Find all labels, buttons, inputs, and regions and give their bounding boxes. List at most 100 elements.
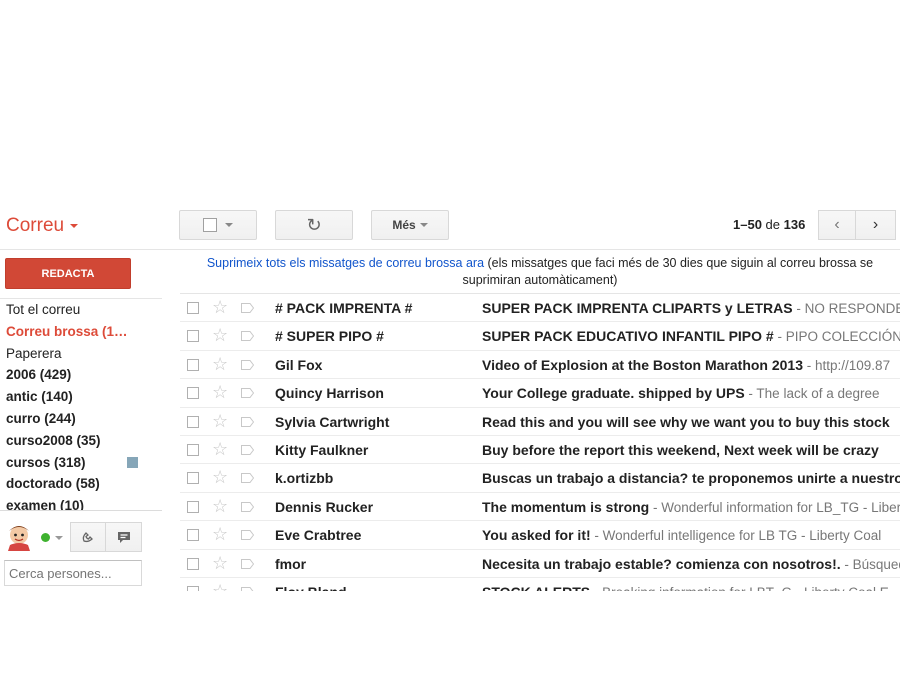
important-marker-icon[interactable] [241, 473, 254, 484]
refresh-icon: ↻ [306, 214, 322, 235]
pagination-info: 1–50 de 136 [733, 217, 805, 232]
row-checkbox[interactable] [187, 387, 199, 400]
message-subject: SUPER PACK IMPRENTA CLIPARTS y LETRAS [482, 300, 793, 316]
newer-page-button[interactable]: ‹ [818, 210, 856, 240]
spam-notice: Suprimeix tots els missatges de correu b… [180, 255, 900, 291]
row-checkbox[interactable] [187, 472, 199, 485]
table-row[interactable]: ☆ Kitty Faulkner Buy before the report thi… [180, 435, 900, 465]
star-icon[interactable]: ☆ [212, 382, 228, 402]
sender-name: # SUPER PIPO # [275, 328, 384, 345]
sidebar-item[interactable]: examen (10) [0, 495, 156, 511]
important-marker-icon[interactable] [241, 530, 254, 541]
row-checkbox[interactable] [187, 330, 199, 343]
sender-name: k.ortizbb [275, 470, 334, 487]
important-marker-icon[interactable] [241, 359, 254, 370]
row-checkbox[interactable] [187, 302, 199, 314]
star-icon[interactable]: ☆ [212, 581, 228, 591]
message-snippet: - Búsqueda [844, 556, 900, 572]
more-button[interactable]: Més [371, 210, 449, 240]
sidebar-item[interactable]: Correu brossa (1… [0, 321, 156, 343]
table-row[interactable]: ☆ Floy Bland STOCK ALERTS - Breaking infor… [180, 577, 900, 591]
table-row[interactable]: ☆ # PACK IMPRENTA # SUPER PACK IMPRENTA CL… [180, 294, 900, 323]
chevron-down-icon [70, 223, 79, 228]
sidebar-item-label: 2006 (429) [6, 367, 72, 383]
message-subject-line: STOCK ALERTS - Breaking information for … [482, 584, 900, 591]
message-subject: Your College graduate. shipped by UPS [482, 385, 745, 402]
important-marker-icon[interactable] [241, 416, 254, 427]
compose-button[interactable]: REDACTA [5, 258, 131, 289]
table-row[interactable]: ☆ Sylvia Cartwright Read this and you will… [180, 407, 900, 436]
pager-of: de [765, 217, 781, 232]
avatar[interactable] [4, 521, 34, 551]
checkbox-icon [203, 218, 217, 232]
important-marker-icon[interactable] [241, 586, 254, 591]
mail-app-menu[interactable]: Correu [6, 215, 79, 237]
message-snippet: - Wonderful intelligence for LB TG - Lib… [590, 528, 882, 544]
row-checkbox[interactable] [187, 557, 199, 570]
message-subject-line: You asked for it! - Wonderful intelligen… [482, 527, 900, 543]
sidebar-item[interactable]: Tot el correu [0, 299, 156, 321]
star-icon[interactable]: ☆ [212, 439, 228, 459]
message-subject: Necesita un trabajo estable? comienza co… [482, 555, 841, 572]
message-list: ☆ # PACK IMPRENTA # SUPER PACK IMPRENTA CL… [180, 293, 900, 591]
star-icon[interactable]: ☆ [212, 553, 228, 573]
sidebar-item[interactable]: cursos (318) [0, 452, 156, 474]
presence-status-icon[interactable] [41, 533, 50, 542]
older-page-button[interactable]: › [856, 210, 896, 240]
star-icon[interactable]: ☆ [212, 524, 228, 544]
sender-name: Gil Fox [275, 356, 323, 373]
row-checkbox[interactable] [187, 358, 199, 371]
table-row[interactable]: ☆ # SUPER PIPO # SUPER PACK EDUCATIVO INFA… [180, 322, 900, 351]
table-row[interactable]: ☆ fmor Necesita un trabajo estable? comien… [180, 549, 900, 578]
sidebar-item[interactable]: curro (244) [0, 408, 156, 430]
sender-name: Floy Bland [275, 584, 475, 591]
important-marker-icon[interactable] [241, 558, 254, 569]
star-icon[interactable]: ☆ [212, 467, 228, 487]
sender-name: fmor [275, 555, 307, 572]
important-marker-icon[interactable] [241, 444, 254, 455]
chevron-down-icon [419, 223, 428, 227]
sender-name: Dennis Rucker [275, 498, 374, 515]
star-icon[interactable]: ☆ [212, 354, 228, 374]
star-icon[interactable]: ☆ [212, 325, 228, 345]
important-marker-icon[interactable] [241, 388, 254, 399]
important-marker-icon[interactable] [241, 331, 254, 342]
star-icon[interactable]: ☆ [212, 297, 228, 317]
chevron-left-icon: ‹ [834, 216, 840, 233]
sidebar-item[interactable]: antic (140) [0, 386, 156, 408]
sidebar-item[interactable]: doctorado (58) [0, 473, 156, 495]
important-marker-icon[interactable] [241, 501, 254, 512]
label-color-swatch[interactable] [127, 456, 138, 468]
table-row[interactable]: ☆ Eve Crabtree You asked for it! - Wonderf… [180, 521, 900, 550]
row-checkbox[interactable] [187, 443, 199, 456]
message-snippet: - PIPO COLECCIÓN [773, 329, 900, 345]
message-subject: Video of Explosion at the Boston Maratho… [482, 356, 804, 373]
table-row[interactable]: ☆ Gil Fox Video of Explosion at the Boston… [180, 350, 900, 380]
message-snippet: - The lack of a degree [744, 386, 880, 402]
start-chat-button[interactable] [106, 522, 142, 552]
sidebar-item[interactable]: Paperera [0, 343, 156, 365]
message-subject-line: Your College graduate. shipped by UPS - … [482, 385, 900, 401]
search-people-input[interactable] [4, 560, 142, 586]
sidebar-item[interactable]: curso2008 (35) [0, 430, 156, 452]
row-checkbox[interactable] [187, 500, 199, 513]
row-checkbox[interactable] [187, 585, 199, 591]
refresh-button[interactable]: ↻ [275, 210, 353, 240]
message-subject-line: Video of Explosion at the Boston Maratho… [482, 357, 900, 373]
chevron-down-icon[interactable] [55, 536, 63, 540]
pager-range: 1–50 [733, 217, 762, 232]
table-row[interactable]: ☆ k.ortizbb Buscas un trabajo a distancia?… [180, 464, 900, 493]
sidebar-item[interactable]: 2006 (429) [0, 364, 156, 386]
select-all-button[interactable] [179, 210, 257, 240]
row-checkbox[interactable] [187, 529, 199, 542]
table-row[interactable]: ☆ Quincy Harrison Your College graduate. s… [180, 379, 900, 408]
important-marker-icon[interactable] [241, 303, 254, 313]
call-button[interactable] [70, 522, 106, 552]
star-icon[interactable]: ☆ [212, 411, 228, 431]
table-row[interactable]: ☆ Dennis Rucker The momentum is strong - W… [180, 492, 900, 522]
message-subject: Buy before the report this weekend, Next… [482, 441, 879, 458]
star-icon[interactable]: ☆ [212, 496, 228, 516]
delete-all-spam-link[interactable]: Suprimeix tots els missatges de correu b… [207, 256, 484, 270]
phone-icon [82, 532, 93, 543]
row-checkbox[interactable] [187, 415, 199, 428]
